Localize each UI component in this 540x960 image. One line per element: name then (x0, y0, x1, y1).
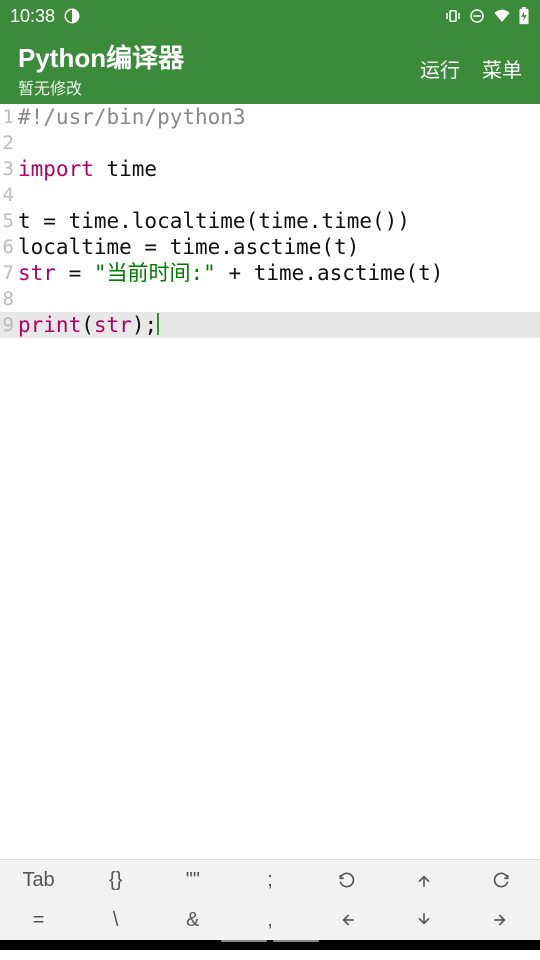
line-number: 9 (0, 312, 18, 338)
code-line[interactable]: 5t = time.localtime(time.time()) (0, 208, 540, 234)
app-subtitle: 暂无修改 (18, 75, 184, 99)
undo-key[interactable] (309, 860, 386, 900)
vibrate-icon (444, 7, 462, 25)
code-line[interactable]: 9print(str); (0, 312, 540, 338)
line-number: 6 (0, 234, 18, 260)
app-bar: Python编译器 暂无修改 运行 菜单 (0, 32, 540, 104)
code-line[interactable]: 1#!/usr/bin/python3 (0, 104, 540, 130)
redo-key[interactable] (463, 860, 540, 900)
semicolon-key[interactable]: ; (231, 860, 308, 900)
up-key[interactable] (386, 860, 463, 900)
code-content[interactable]: localtime = time.asctime(t) (18, 234, 540, 260)
line-number: 3 (0, 156, 18, 182)
code-content[interactable] (18, 182, 540, 208)
code-content[interactable]: #!/usr/bin/python3 (18, 104, 540, 130)
wifi-icon (492, 7, 512, 25)
status-bar: 10:38 (0, 0, 540, 32)
comma-key[interactable]: , (231, 900, 308, 940)
line-number: 2 (0, 130, 18, 156)
menu-button[interactable]: 菜单 (482, 54, 522, 83)
symbol-toolbar: Tab{}""; =\&, (0, 859, 540, 940)
backslash-key[interactable]: \ (77, 900, 154, 940)
code-content[interactable]: t = time.localtime(time.time()) (18, 208, 540, 234)
dnd-icon (468, 7, 486, 25)
status-time: 10:38 (10, 6, 55, 27)
code-content[interactable] (18, 286, 540, 312)
run-button[interactable]: 运行 (420, 54, 460, 83)
code-line[interactable]: 4 (0, 182, 540, 208)
code-line[interactable]: 7str = "当前时间:" + time.asctime(t) (0, 260, 540, 286)
code-line[interactable]: 3import time (0, 156, 540, 182)
line-number: 8 (0, 286, 18, 312)
line-number: 5 (0, 208, 18, 234)
quotes-key[interactable]: "" (154, 860, 231, 900)
code-content[interactable]: print(str); (18, 312, 540, 338)
left-key[interactable] (309, 900, 386, 940)
moon-icon (63, 7, 81, 25)
line-number: 1 (0, 104, 18, 130)
code-line[interactable]: 2 (0, 130, 540, 156)
text-cursor (157, 313, 159, 335)
code-line[interactable]: 6localtime = time.asctime(t) (0, 234, 540, 260)
battery-icon (518, 7, 530, 25)
code-line[interactable]: 8 (0, 286, 540, 312)
app-title: Python编译器 (18, 38, 184, 75)
code-content[interactable]: import time (18, 156, 540, 182)
code-content[interactable]: str = "当前时间:" + time.asctime(t) (18, 260, 540, 286)
line-number: 7 (0, 260, 18, 286)
braces-key[interactable]: {} (77, 860, 154, 900)
line-number: 4 (0, 182, 18, 208)
equals-key[interactable]: = (0, 900, 77, 940)
down-key[interactable] (386, 900, 463, 940)
ampersand-key[interactable]: & (154, 900, 231, 940)
code-content[interactable] (18, 130, 540, 156)
tab-key[interactable]: Tab (0, 860, 77, 900)
code-editor[interactable]: 1#!/usr/bin/python323import time45t = ti… (0, 104, 540, 930)
right-key[interactable] (463, 900, 540, 940)
